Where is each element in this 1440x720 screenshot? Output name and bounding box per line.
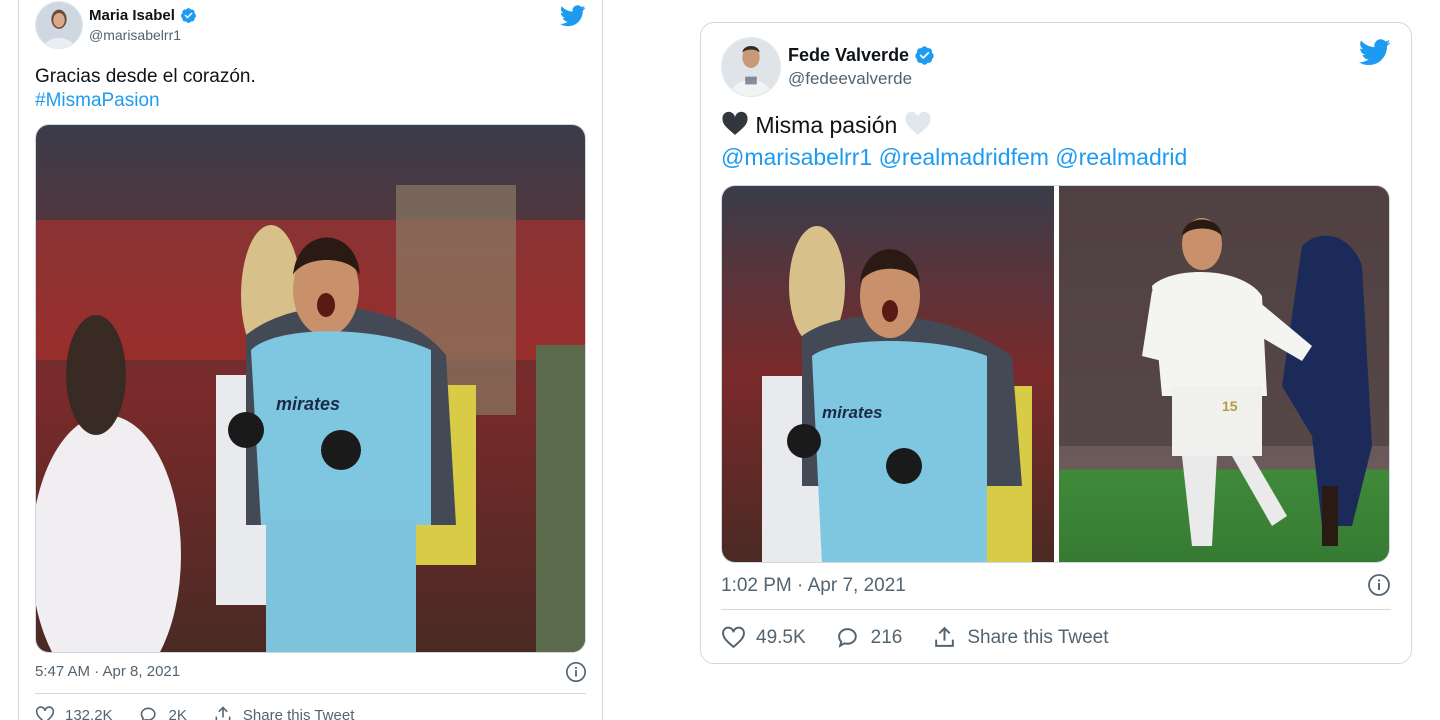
share-button[interactable]: Share this Tweet [932,625,1109,650]
share-button[interactable]: Share this Tweet [213,705,354,720]
share-label: Share this Tweet [242,706,355,720]
reply-button[interactable]: 2K [139,705,187,720]
mention-link[interactable]: @realmadrid [1055,144,1187,170]
tweet-timestamp[interactable]: 1:02 PM · Apr 7, 2021 [721,575,906,597]
share-icon [213,705,233,720]
reply-icon [139,705,159,720]
tweet-card-fede-valverde: Fede Valverde @fedeevalverde Misma pasió… [700,22,1412,664]
author-handle[interactable]: @marisabelrr1 [89,27,181,43]
author-handle[interactable]: @fedeevalverde [788,69,912,89]
twitter-bird-icon[interactable] [560,5,586,27]
tweet-photo-valverde[interactable]: 15 [1059,186,1390,563]
mentions-line: @marisabelrr1 @realmadridfem @realmadrid [721,143,1187,172]
share-label: Share this Tweet [967,626,1109,648]
black-heart-icon [721,111,749,143]
like-count: 132.2K [65,706,113,720]
reply-count: 2K [168,706,187,720]
tweet-text-line: Misma pasión [721,111,1187,143]
white-heart-icon [904,111,932,143]
tweet-actions: 132.2K 2K Share this Tweet [35,705,354,720]
tweet-photo-goalkeeper[interactable]: mirates [722,186,1054,563]
info-icon[interactable] [565,661,587,688]
verified-badge-icon [180,7,197,24]
svg-text:15: 15 [1222,398,1238,414]
tweet-card-maria-isabel: Maria Isabel @marisabelrr1 Gracias desde… [18,0,603,720]
author-name[interactable]: Fede Valverde [788,45,909,66]
svg-text:mirates: mirates [822,403,882,422]
info-icon[interactable] [1367,573,1391,602]
divider [721,609,1391,610]
avatar[interactable] [35,1,83,49]
author-name[interactable]: Maria Isabel [89,7,175,24]
heart-icon [35,705,55,720]
tweet-photo-goalkeeper[interactable]: mirates [35,124,586,653]
like-button[interactable]: 49.5K [721,625,806,650]
avatar[interactable] [721,37,781,97]
reply-button[interactable]: 216 [836,625,903,650]
reply-count: 216 [870,626,903,648]
tweet-actions: 49.5K 216 Share this Tweet [721,625,1109,650]
tweet-text-line: Gracias desde el corazón. [35,66,256,87]
svg-text:mirates: mirates [276,394,340,414]
mention-link[interactable]: @marisabelrr1 [721,144,872,170]
reply-icon [836,625,861,650]
heart-icon [721,625,746,650]
share-icon [932,625,957,650]
like-button[interactable]: 132.2K [35,705,113,720]
tweet-timestamp[interactable]: 5:47 AM · Apr 8, 2021 [35,663,180,680]
tweet-main-text: Misma pasión [755,112,898,138]
tweet-media-grid: mirates 15 [721,185,1390,563]
tweet-text: Gracias desde el corazón. #MismaPasion [35,65,256,113]
twitter-bird-icon[interactable] [1359,39,1391,66]
like-count: 49.5K [756,626,806,648]
hashtag-link[interactable]: #MismaPasion [35,89,256,113]
divider [35,693,586,694]
tweet-text: Misma pasión @marisabelrr1 @realmadridfe… [721,111,1187,172]
mention-link[interactable]: @realmadridfem [879,144,1049,170]
verified-badge-icon [914,45,935,66]
